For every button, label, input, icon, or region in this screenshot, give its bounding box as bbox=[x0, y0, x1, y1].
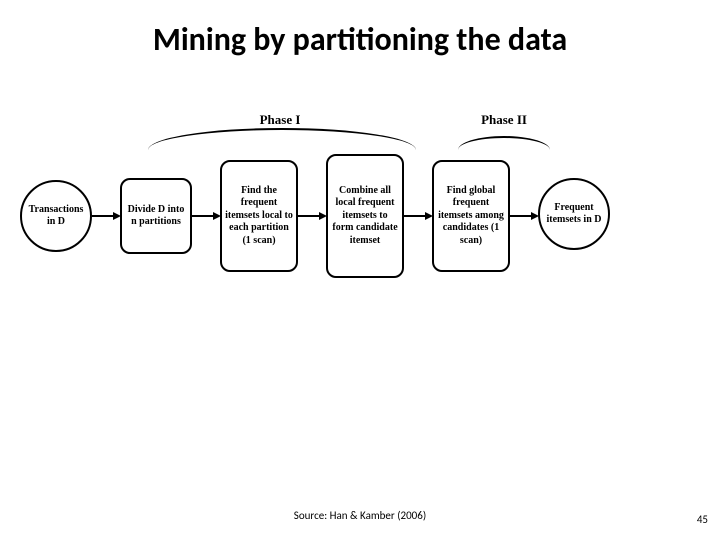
node-transactions: Transactions in D bbox=[20, 180, 92, 252]
node-frequent: Frequent itemsets in D bbox=[538, 178, 610, 250]
node-find-local: Find the frequent itemsets local to each… bbox=[220, 160, 298, 272]
node-divide: Divide D into n partitions bbox=[120, 178, 192, 254]
phase1-label: Phase I bbox=[250, 112, 310, 128]
slide-title: Mining by partitioning the data bbox=[0, 20, 720, 59]
flow-diagram: Phase I Phase II Transactions in D Divid… bbox=[20, 150, 700, 350]
node-combine: Combine all local frequent itemsets to f… bbox=[326, 154, 404, 278]
node-find-global: Find global frequent itemsets among cand… bbox=[432, 160, 510, 272]
page-number: 45 bbox=[697, 513, 708, 526]
phase2-arc bbox=[458, 136, 550, 150]
phase2-label: Phase II bbox=[474, 112, 534, 128]
phase1-arc bbox=[148, 128, 416, 150]
source-citation: Source: Han & Kamber (2006) bbox=[0, 509, 720, 522]
